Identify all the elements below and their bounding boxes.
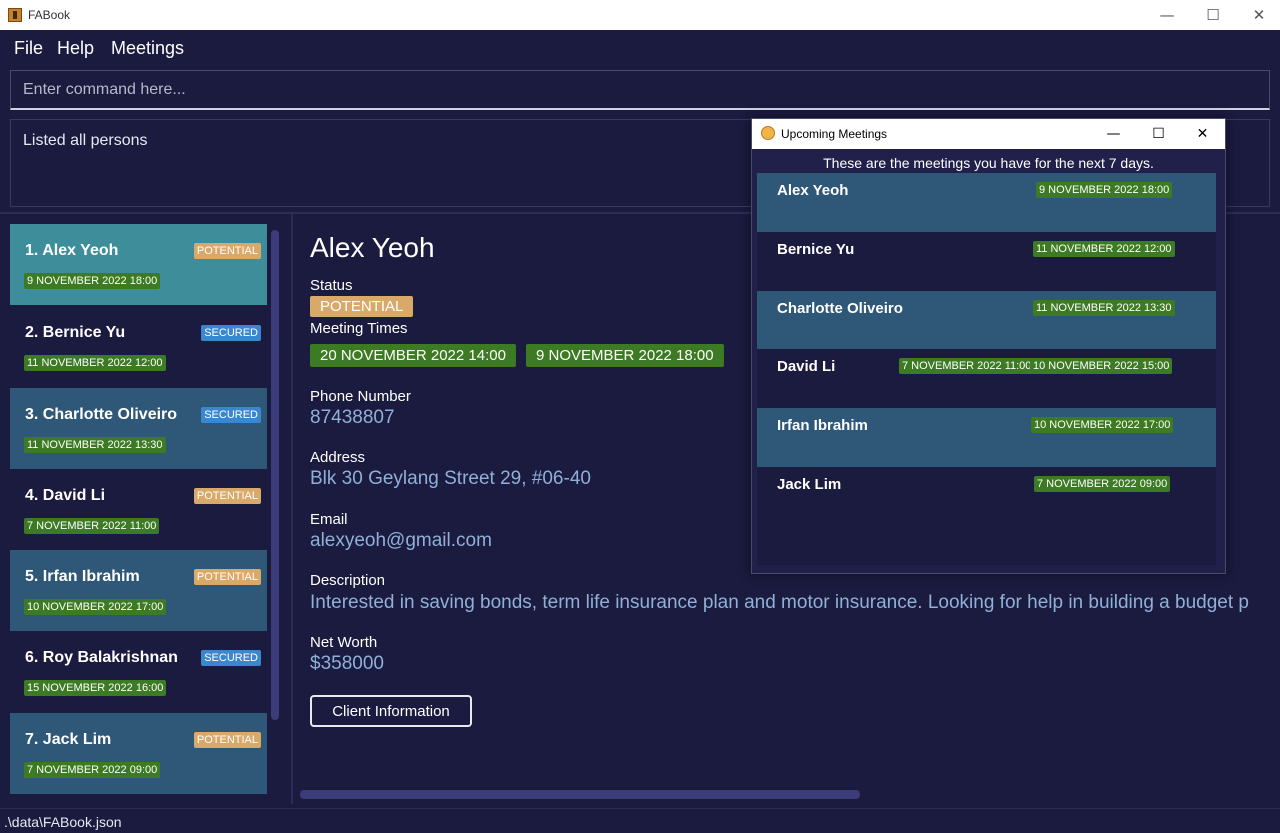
description-label: Description (310, 572, 386, 589)
list-item[interactable]: David Li 7 NOVEMBER 2022 11:00 10 NOVEMB… (757, 349, 1216, 408)
person-name: 7. Jack Lim (25, 731, 112, 748)
person-name: 6. Roy Balakrishnan (25, 649, 178, 666)
list-item[interactable]: Irfan Ibrahim 10 NOVEMBER 2022 17:00 (757, 408, 1216, 467)
meeting-times-label: Meeting Times (310, 320, 408, 337)
person-card[interactable]: 4. David Li POTENTIAL 7 NOVEMBER 2022 11… (10, 469, 267, 550)
menu-meetings[interactable]: Meetings (111, 38, 184, 59)
description-value: Interested in saving bonds, term life in… (310, 592, 1249, 613)
meeting-tag: 10 NOVEMBER 2022 17:00 (1031, 417, 1174, 433)
person-name: 5. Irfan Ibrahim (25, 568, 140, 585)
person-list: 1. Alex Yeoh POTENTIAL 9 NOVEMBER 2022 1… (0, 214, 293, 804)
list-item[interactable]: Jack Lim 7 NOVEMBER 2022 09:00 (757, 467, 1216, 526)
meeting-tag: 7 NOVEMBER 2022 11:00 (899, 358, 1035, 374)
status-badge: SECURED (201, 325, 261, 341)
list-item[interactable]: Bernice Yu 11 NOVEMBER 2022 12:00 (757, 232, 1216, 291)
meeting-tag: 7 NOVEMBER 2022 11:00 (24, 518, 160, 534)
data-file-path: .\data\FABook.json (4, 814, 122, 830)
minimize-icon[interactable]: — (1091, 119, 1136, 149)
meeting-tag: 7 NOVEMBER 2022 09:00 (24, 762, 161, 778)
meeting-tag: 9 NOVEMBER 2022 18:00 (24, 273, 161, 289)
upcoming-meetings-window: Upcoming Meetings — ☐ ✕ These are the me… (751, 118, 1226, 574)
status-badge: SECURED (201, 407, 261, 423)
status-badge: POTENTIAL (193, 243, 261, 259)
meeting-tag: 9 NOVEMBER 2022 18:00 (1036, 182, 1173, 198)
meeting-tag: 11 NOVEMBER 2022 13:30 (24, 437, 166, 453)
minimize-icon[interactable]: — (1144, 0, 1190, 30)
meeting-person-name: Jack Lim (777, 476, 842, 493)
networth-value: $358000 (310, 653, 384, 674)
app-logo-icon (8, 8, 22, 22)
email-value: alexyeoh@gmail.com (310, 530, 492, 551)
meeting-person-name: David Li (777, 358, 836, 375)
details-meeting-tag: 20 NOVEMBER 2022 14:00 (310, 344, 516, 367)
status-badge: SECURED (201, 650, 261, 666)
networth-label: Net Worth (310, 634, 378, 651)
person-name: 1. Alex Yeoh (25, 242, 119, 259)
meeting-tag: 11 NOVEMBER 2022 12:00 (24, 355, 166, 371)
person-card[interactable]: 7. Jack Lim POTENTIAL 7 NOVEMBER 2022 09… (10, 713, 267, 794)
person-name: 3. Charlotte Oliveiro (25, 406, 178, 423)
person-name: 2. Bernice Yu (25, 324, 126, 341)
meeting-person-name: Alex Yeoh (777, 182, 849, 199)
upcoming-meetings-list: Alex Yeoh 9 NOVEMBER 2022 18:00 Bernice … (757, 173, 1216, 565)
window-title: FABook (28, 8, 71, 22)
person-card[interactable]: 1. Alex Yeoh POTENTIAL 9 NOVEMBER 2022 1… (10, 224, 267, 305)
phone-value: 87438807 (310, 407, 395, 428)
meeting-tag: 7 NOVEMBER 2022 09:00 (1034, 476, 1171, 492)
popup-titlebar: Upcoming Meetings — ☐ ✕ (752, 119, 1225, 149)
details-name: Alex Yeoh (310, 232, 435, 263)
popup-subtitle: These are the meetings you have for the … (823, 155, 1154, 171)
menu-bar: File Help Meetings (0, 30, 1280, 66)
maximize-icon[interactable]: ☐ (1190, 0, 1236, 30)
meeting-person-name: Irfan Ibrahim (777, 417, 868, 434)
status-label: Status (310, 277, 353, 294)
meeting-person-name: Charlotte Oliveiro (777, 300, 903, 317)
maximize-icon[interactable]: ☐ (1136, 119, 1181, 149)
window-titlebar: FABook — ☐ ✕ (0, 0, 1280, 30)
result-message: Listed all persons (23, 132, 148, 149)
phone-label: Phone Number (310, 388, 411, 405)
address-label: Address (310, 449, 366, 466)
person-name: 4. David Li (25, 487, 106, 504)
client-information-button[interactable]: Client Information (310, 695, 472, 727)
person-card[interactable]: 2. Bernice Yu SECURED 11 NOVEMBER 2022 1… (10, 306, 267, 387)
list-item[interactable]: Alex Yeoh 9 NOVEMBER 2022 18:00 (757, 173, 1216, 232)
status-badge: POTENTIAL (193, 488, 261, 504)
menu-file[interactable]: File (14, 38, 43, 59)
person-card[interactable]: 3. Charlotte Oliveiro SECURED 11 NOVEMBE… (10, 388, 267, 469)
menu-help[interactable]: Help (57, 38, 94, 59)
address-value: Blk 30 Geylang Street 29, #06-40 (310, 468, 591, 489)
close-icon[interactable]: ✕ (1236, 0, 1280, 30)
person-card[interactable]: 6. Roy Balakrishnan SECURED 15 NOVEMBER … (10, 631, 267, 712)
calendar-icon (761, 126, 775, 140)
meeting-tag: 15 NOVEMBER 2022 16:00 (24, 680, 167, 696)
command-input[interactable] (10, 70, 1270, 110)
email-label: Email (310, 511, 348, 528)
meeting-tag: 10 NOVEMBER 2022 15:00 (1030, 358, 1173, 374)
close-icon[interactable]: ✕ (1180, 119, 1225, 149)
status-bar: .\data\FABook.json (0, 808, 1280, 833)
meeting-tag: 11 NOVEMBER 2022 12:00 (1033, 241, 1175, 257)
status-badge: POTENTIAL (193, 732, 261, 748)
details-horizontal-scrollbar[interactable] (300, 790, 860, 799)
meeting-tag: 11 NOVEMBER 2022 13:30 (1033, 300, 1175, 316)
list-item[interactable]: Charlotte Oliveiro 11 NOVEMBER 2022 13:3… (757, 291, 1216, 350)
meeting-person-name: Bernice Yu (777, 241, 855, 258)
meeting-tag: 10 NOVEMBER 2022 17:00 (24, 599, 167, 615)
person-card[interactable]: 5. Irfan Ibrahim POTENTIAL 10 NOVEMBER 2… (10, 550, 267, 631)
details-meeting-tag: 9 NOVEMBER 2022 18:00 (526, 344, 724, 367)
popup-title: Upcoming Meetings (781, 127, 888, 141)
status-badge: POTENTIAL (193, 569, 261, 585)
details-status-badge: POTENTIAL (310, 296, 414, 317)
person-list-scrollbar[interactable] (271, 230, 279, 720)
